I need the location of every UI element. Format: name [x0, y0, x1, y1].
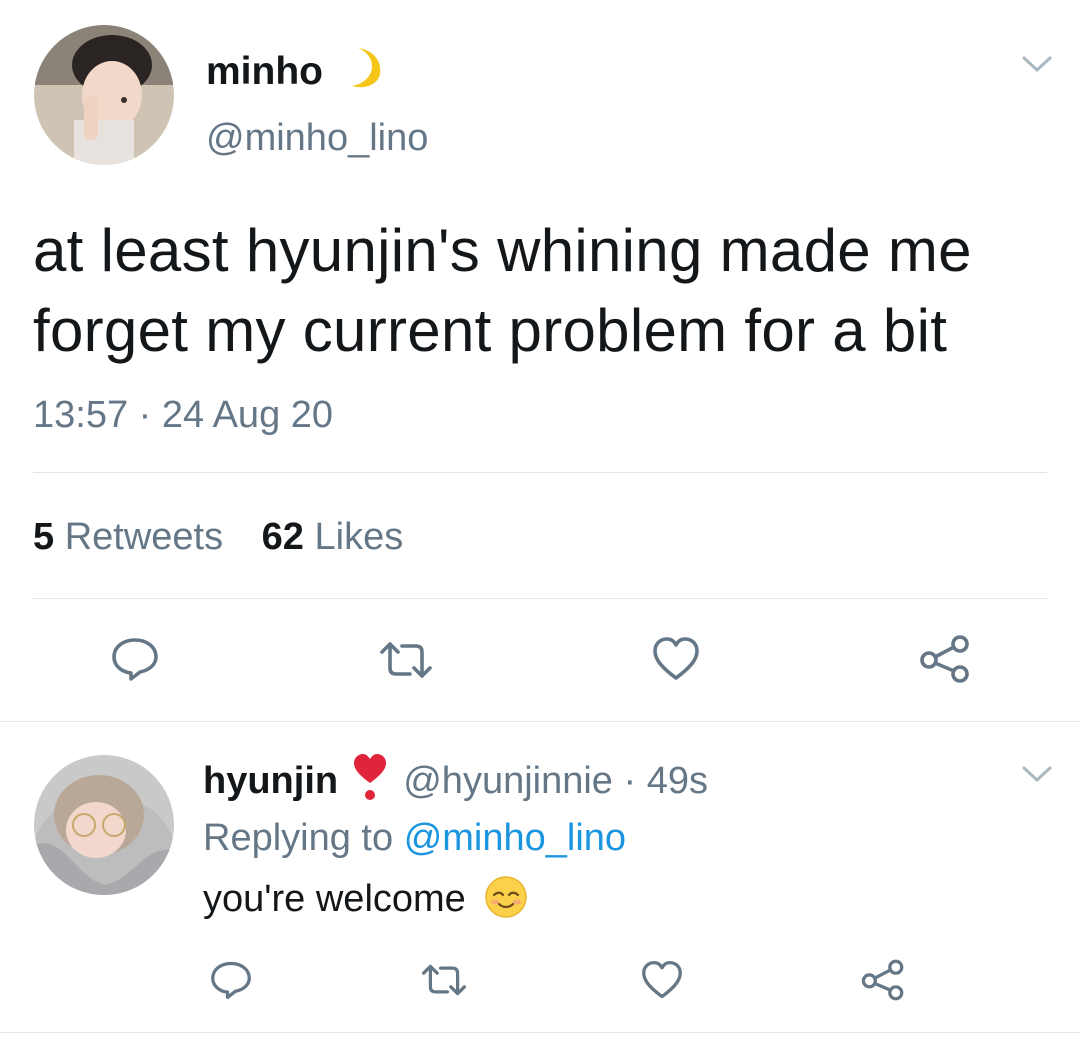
like-icon — [642, 960, 682, 999]
author-name[interactable]: minho — [206, 46, 384, 101]
share-icon — [920, 635, 969, 683]
replying-prefix: Replying to — [203, 817, 394, 859]
reply-author-handle[interactable]: @hyunjinnie — [403, 760, 613, 802]
reply-icon — [112, 638, 158, 681]
tweet-text: at least hyunjin's whining made me forge… — [33, 211, 972, 371]
avatar-hyunjin[interactable] — [34, 755, 174, 895]
author-name-text: minho — [206, 50, 323, 93]
bottom-divider — [0, 1032, 1080, 1033]
reply-icon — [211, 961, 251, 1000]
retweet-icon — [380, 642, 432, 678]
likes-label: Likes — [314, 516, 404, 558]
like-icon — [653, 637, 699, 680]
reply-button[interactable] — [110, 636, 160, 682]
share-button[interactable] — [918, 634, 972, 684]
tweet-text-line: forget my current problem for a bit — [33, 297, 948, 364]
divider — [33, 598, 1047, 599]
chevron-down-icon[interactable] — [1020, 52, 1054, 81]
retweet-button[interactable] — [378, 640, 434, 680]
likes-count: 62 — [261, 516, 304, 558]
avatar-minho[interactable] — [34, 25, 174, 165]
retweets-stat[interactable]: 5 Retweets — [33, 516, 234, 558]
share-icon — [861, 959, 904, 1001]
replying-to-link[interactable]: @minho_lino — [404, 817, 626, 859]
avatar-image — [34, 755, 174, 895]
author-handle[interactable]: @minho_lino — [206, 115, 428, 161]
reply-text-content: you're welcome — [203, 878, 466, 920]
reply-share-button[interactable] — [860, 958, 906, 1002]
section-divider — [0, 721, 1080, 722]
like-button[interactable] — [651, 636, 701, 682]
reply-author-name[interactable]: hyunjin — [203, 760, 338, 802]
chevron-down-icon[interactable] — [1020, 762, 1054, 791]
tweet-stats: 5 Retweets 62 Likes — [33, 514, 403, 560]
replying-to: Replying to @minho_lino — [203, 815, 626, 861]
divider — [33, 472, 1047, 473]
retweets-label: Retweets — [64, 516, 224, 558]
reply-like-button[interactable] — [640, 960, 684, 1000]
reply-retweet-button[interactable] — [420, 963, 468, 997]
relieved-face-icon — [484, 875, 528, 930]
heart-exclamation-icon — [353, 753, 387, 814]
timestamp[interactable]: 13:57 · 24 Aug 20 — [33, 392, 333, 438]
likes-stat[interactable]: 62 Likes — [262, 516, 404, 558]
avatar-image — [34, 25, 174, 165]
tweet-text-line: at least hyunjin's whining made me — [33, 217, 972, 284]
retweets-count: 5 — [33, 516, 55, 558]
retweet-icon — [421, 964, 467, 996]
reply-reply-button[interactable] — [209, 960, 253, 1000]
reply-text: you're welcome — [203, 875, 528, 930]
moon-icon — [344, 46, 384, 101]
reply-header: hyunjin @hyunjinnie · 49s — [203, 753, 708, 814]
reply-time[interactable]: · 49s — [624, 760, 708, 802]
